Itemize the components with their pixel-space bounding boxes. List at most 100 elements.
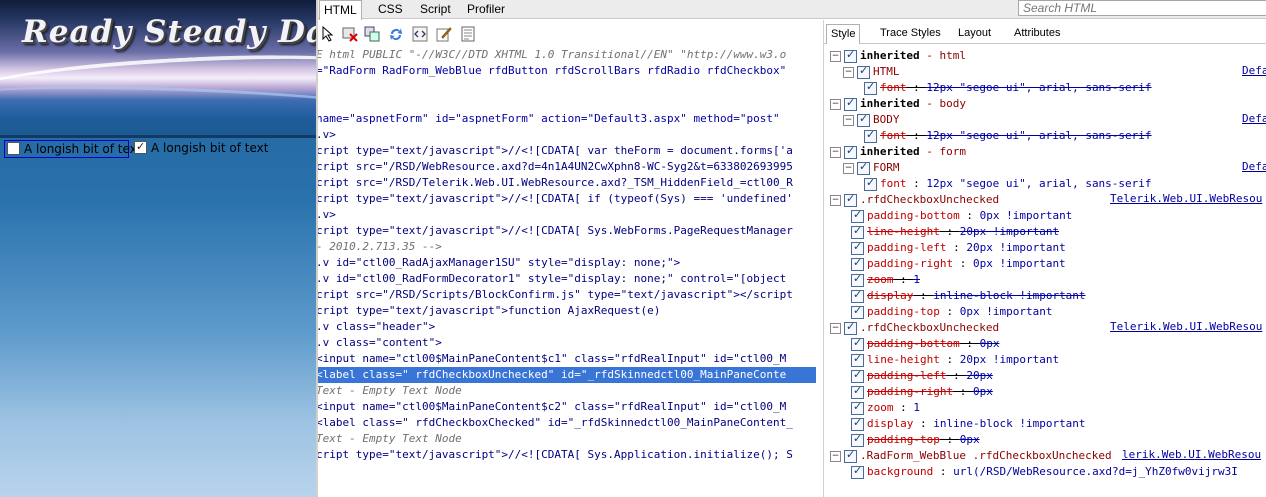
rule-checkbox-icon[interactable] bbox=[851, 352, 864, 367]
code-line[interactable]: .v class="content"> bbox=[318, 335, 442, 351]
tab-script[interactable]: Script bbox=[416, 0, 455, 18]
selector-text[interactable]: .rfdCheckboxUnchecked bbox=[860, 321, 999, 334]
collapse-toggle-icon[interactable]: − bbox=[843, 163, 854, 174]
code-line[interactable]: cript type="text/javascript">//<![CDATA[… bbox=[318, 223, 793, 239]
property-name[interactable]: padding-left bbox=[867, 369, 946, 382]
checkbox-1[interactable]: A longish bit of text bbox=[4, 140, 141, 158]
selector-text[interactable]: .rfdCheckboxUnchecked bbox=[860, 193, 999, 206]
property-value[interactable]: 20px !important bbox=[966, 241, 1065, 254]
rule-checkbox-icon[interactable] bbox=[851, 224, 864, 239]
property-name[interactable]: padding-top bbox=[867, 305, 940, 318]
property-value[interactable]: url(/RSD/WebResource.axd?d=j_YhZ0fw0vijr… bbox=[953, 465, 1238, 478]
property-value[interactable]: 0px !important bbox=[973, 257, 1066, 270]
rule-checkbox-icon[interactable] bbox=[844, 144, 857, 159]
rule-checkbox-icon[interactable] bbox=[851, 464, 864, 479]
rule-checkbox-icon[interactable] bbox=[844, 96, 857, 111]
rule-checkbox-icon[interactable] bbox=[851, 400, 864, 415]
rule-checkbox-icon[interactable] bbox=[851, 240, 864, 255]
collapse-toggle-icon[interactable]: − bbox=[830, 99, 841, 110]
code-line[interactable]: - 2010.2.713.35 --> bbox=[318, 239, 442, 255]
code-line[interactable]: .v id="ctl00_RadFormDecorator1" style="d… bbox=[318, 271, 786, 287]
rule-checkbox-icon[interactable] bbox=[851, 416, 864, 431]
tab-trace-styles[interactable]: Trace Styles bbox=[876, 24, 945, 43]
property-value[interactable]: 20px bbox=[966, 369, 993, 382]
property-name[interactable]: font bbox=[880, 81, 907, 94]
rule-checkbox-icon[interactable] bbox=[857, 64, 870, 79]
property-name[interactable]: display bbox=[867, 289, 913, 302]
code-line[interactable]: <input name="ctl00$MainPaneContent$c1" c… bbox=[318, 351, 786, 367]
property-value[interactable]: 20px !important bbox=[960, 353, 1059, 366]
rule-source-link[interactable]: Defa bbox=[1242, 160, 1266, 173]
refresh-icon[interactable] bbox=[388, 26, 404, 42]
property-value[interactable]: 1 bbox=[913, 401, 920, 414]
property-value[interactable]: 0px bbox=[960, 433, 980, 446]
collapse-toggle-icon[interactable]: − bbox=[830, 147, 841, 158]
property-value[interactable]: 0px bbox=[980, 337, 1000, 350]
search-html-input[interactable]: Search HTML bbox=[1018, 0, 1266, 16]
tab-attributes[interactable]: Attributes bbox=[1010, 24, 1064, 43]
code-line[interactable]: .v class="header"> bbox=[318, 319, 435, 335]
property-name[interactable]: padding-right bbox=[867, 385, 953, 398]
rule-checkbox-icon[interactable] bbox=[851, 208, 864, 223]
tab-profiler[interactable]: Profiler bbox=[463, 0, 509, 18]
property-name[interactable]: padding-left bbox=[867, 241, 946, 254]
property-name[interactable]: line-height bbox=[867, 225, 940, 238]
selector-text[interactable]: .RadForm_WebBlue .rfdCheckboxUnchecked bbox=[860, 449, 1112, 462]
rule-source-link[interactable]: Defa bbox=[1242, 112, 1266, 125]
select-element-icon[interactable] bbox=[320, 25, 336, 42]
property-value[interactable]: 0px bbox=[973, 385, 993, 398]
selector-text[interactable]: FORM bbox=[873, 161, 900, 174]
collapse-toggle-icon[interactable]: − bbox=[830, 323, 841, 334]
property-value[interactable]: 12px "segoe ui", arial, sans-serif bbox=[926, 81, 1151, 94]
rule-checkbox-icon[interactable] bbox=[851, 288, 864, 303]
rule-checkbox-icon[interactable] bbox=[851, 256, 864, 271]
property-name[interactable]: display bbox=[867, 417, 913, 430]
checkbox-unchecked-icon[interactable] bbox=[7, 142, 20, 155]
options-icon[interactable] bbox=[460, 26, 476, 42]
property-value[interactable]: 12px "segoe ui", arial, sans-serif bbox=[926, 129, 1151, 142]
code-line[interactable]: .v id="ctl00_RadAjaxManager1SU" style="d… bbox=[318, 255, 680, 271]
property-value[interactable]: inline-block !important bbox=[933, 289, 1085, 302]
property-name[interactable]: line-height bbox=[867, 353, 940, 366]
rule-source-link[interactable]: Defa bbox=[1242, 64, 1266, 77]
rule-checkbox-icon[interactable] bbox=[851, 384, 864, 399]
code-line[interactable]: cript src="/RSD/Scripts/BlockConfirm.js"… bbox=[318, 287, 793, 303]
property-value[interactable]: 0px !important bbox=[980, 209, 1073, 222]
tab-css[interactable]: CSS bbox=[374, 0, 407, 18]
tab-layout[interactable]: Layout bbox=[954, 24, 995, 43]
selector-text[interactable]: HTML bbox=[873, 65, 900, 78]
rule-checkbox-icon[interactable] bbox=[844, 448, 857, 463]
code-line[interactable]: cript src="/RSD/Telerik.Web.UI.WebResour… bbox=[318, 175, 793, 191]
rule-checkbox-icon[interactable] bbox=[864, 128, 877, 143]
code-line[interactable]: .v> bbox=[318, 127, 336, 143]
code-line[interactable]: Text - Empty Text Node bbox=[318, 431, 462, 447]
rule-checkbox-icon[interactable] bbox=[857, 160, 870, 175]
dom-inspect-icon[interactable] bbox=[364, 26, 380, 42]
checkbox-checked-icon[interactable] bbox=[134, 139, 147, 155]
code-line[interactable]: name="aspnetForm" id="aspnetForm" action… bbox=[318, 111, 780, 127]
code-line[interactable]: <label class=" rfdCheckboxChecked" id="_… bbox=[318, 415, 793, 431]
html-source-tree[interactable]: E html PUBLIC "-//W3C//DTD XHTML 1.0 Tra… bbox=[318, 47, 822, 497]
rule-checkbox-icon[interactable] bbox=[844, 320, 857, 335]
property-name[interactable]: background bbox=[867, 465, 933, 478]
rule-checkbox-icon[interactable] bbox=[864, 176, 877, 191]
property-name[interactable]: font bbox=[880, 129, 907, 142]
code-line[interactable]: <input name="ctl00$MainPaneContent$c2" c… bbox=[318, 399, 786, 415]
tab-html[interactable]: HTML bbox=[319, 0, 362, 20]
collapse-toggle-icon[interactable]: − bbox=[830, 195, 841, 206]
property-value[interactable]: 1 bbox=[913, 273, 920, 286]
rule-checkbox-icon[interactable] bbox=[844, 48, 857, 63]
property-value[interactable]: 0px !important bbox=[960, 305, 1053, 318]
property-value[interactable]: inline-block !important bbox=[933, 417, 1085, 430]
collapse-toggle-icon[interactable]: − bbox=[843, 67, 854, 78]
property-name[interactable]: padding-bottom bbox=[867, 209, 960, 222]
rule-source-link[interactable]: Telerik.Web.UI.WebResou bbox=[1110, 192, 1262, 205]
code-line[interactable]: ="RadForm RadForm_WebBlue rfdButton rfdS… bbox=[318, 63, 786, 79]
code-line[interactable]: cript src="/RSD/WebResource.axd?d=4n1A4U… bbox=[318, 159, 793, 175]
code-line[interactable]: cript type="text/javascript">//<![CDATA[… bbox=[318, 143, 793, 159]
rule-checkbox-icon[interactable] bbox=[864, 80, 877, 95]
checkbox-2[interactable]: A longish bit of text bbox=[134, 139, 268, 156]
rule-checkbox-icon[interactable] bbox=[844, 192, 857, 207]
property-name[interactable]: padding-bottom bbox=[867, 337, 960, 350]
code-line[interactable]: cript type="text/javascript">//<![CDATA[… bbox=[318, 191, 793, 207]
